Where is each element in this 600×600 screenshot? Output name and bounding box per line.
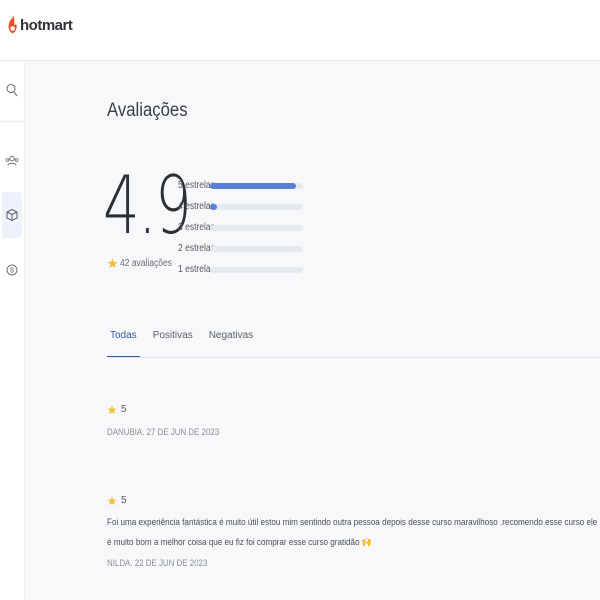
star-icon xyxy=(107,258,118,268)
distribution-label: 4 estrelas xyxy=(178,201,215,212)
review-rating: 5 xyxy=(107,404,597,415)
sidebar-item-users[interactable] xyxy=(0,138,24,184)
distribution-row: 4 estrelas xyxy=(178,196,303,217)
sidebar-item-search[interactable] xyxy=(0,67,24,113)
distribution-fill xyxy=(210,203,217,210)
distribution-track xyxy=(210,182,303,189)
distribution-label: 1 estrela xyxy=(178,264,211,275)
distribution-track xyxy=(210,245,303,252)
flame-logo-icon xyxy=(8,15,17,34)
distribution-label: 3 estrelas xyxy=(178,222,215,233)
tab-positivas[interactable]: Positivas xyxy=(150,324,196,358)
review-author-date: DANUBIA. 27 DE JUN DE 2023 xyxy=(107,427,220,437)
sidebar: $ xyxy=(0,61,25,600)
review-filter-tabs: Todas Positivas Negativas xyxy=(107,324,266,358)
svg-text:$: $ xyxy=(10,268,14,275)
distribution-row: 2 estrelas xyxy=(178,238,303,259)
rating-distribution: 5 estrelas 4 estrelas 3 estrelas 2 estre… xyxy=(178,175,303,280)
distribution-track xyxy=(210,266,303,273)
search-icon xyxy=(6,83,18,97)
review-rating: 5 xyxy=(107,495,597,506)
review-item: 5 DANUBIA. 27 DE JUN DE 2023 xyxy=(107,404,597,437)
distribution-row: 5 estrelas xyxy=(178,175,303,196)
logo-text: hotmart xyxy=(20,16,73,34)
hotmart-logo[interactable]: hotmart xyxy=(7,14,73,36)
review-stars-value: 5 xyxy=(121,404,127,415)
distribution-track xyxy=(210,203,303,210)
star-icon xyxy=(107,496,117,505)
sidebar-divider xyxy=(0,121,25,122)
sidebar-item-sales[interactable]: $ xyxy=(0,247,24,293)
distribution-row: 3 estrelas xyxy=(178,217,303,238)
review-count-label: 42 avaliações xyxy=(120,258,172,269)
dollar-icon: $ xyxy=(6,264,18,276)
tab-negativas[interactable]: Negativas xyxy=(206,324,256,358)
review-text: Foi uma experiência fantástica é muito ú… xyxy=(107,517,598,547)
review-author-date: NILDA. 22 DE JUN DE 2023 xyxy=(107,558,208,568)
distribution-label: 5 estrelas xyxy=(178,180,215,191)
review-item: 5 Foi uma experiência fantástica é muito… xyxy=(107,495,597,568)
box-icon xyxy=(6,208,18,222)
top-bar: hotmart xyxy=(0,0,600,61)
review-stars-value: 5 xyxy=(121,495,127,506)
star-icon xyxy=(107,405,117,414)
users-icon xyxy=(5,155,19,166)
distribution-track xyxy=(210,224,303,231)
tab-todas[interactable]: Todas xyxy=(107,324,140,358)
page-title: Avaliações xyxy=(107,100,188,121)
sidebar-item-products[interactable] xyxy=(2,192,22,238)
distribution-label: 2 estrelas xyxy=(178,243,215,254)
distribution-row: 1 estrela xyxy=(178,259,303,280)
distribution-fill xyxy=(210,182,297,189)
tabs-divider xyxy=(107,357,600,358)
review-count: 42 avaliações xyxy=(107,258,181,269)
